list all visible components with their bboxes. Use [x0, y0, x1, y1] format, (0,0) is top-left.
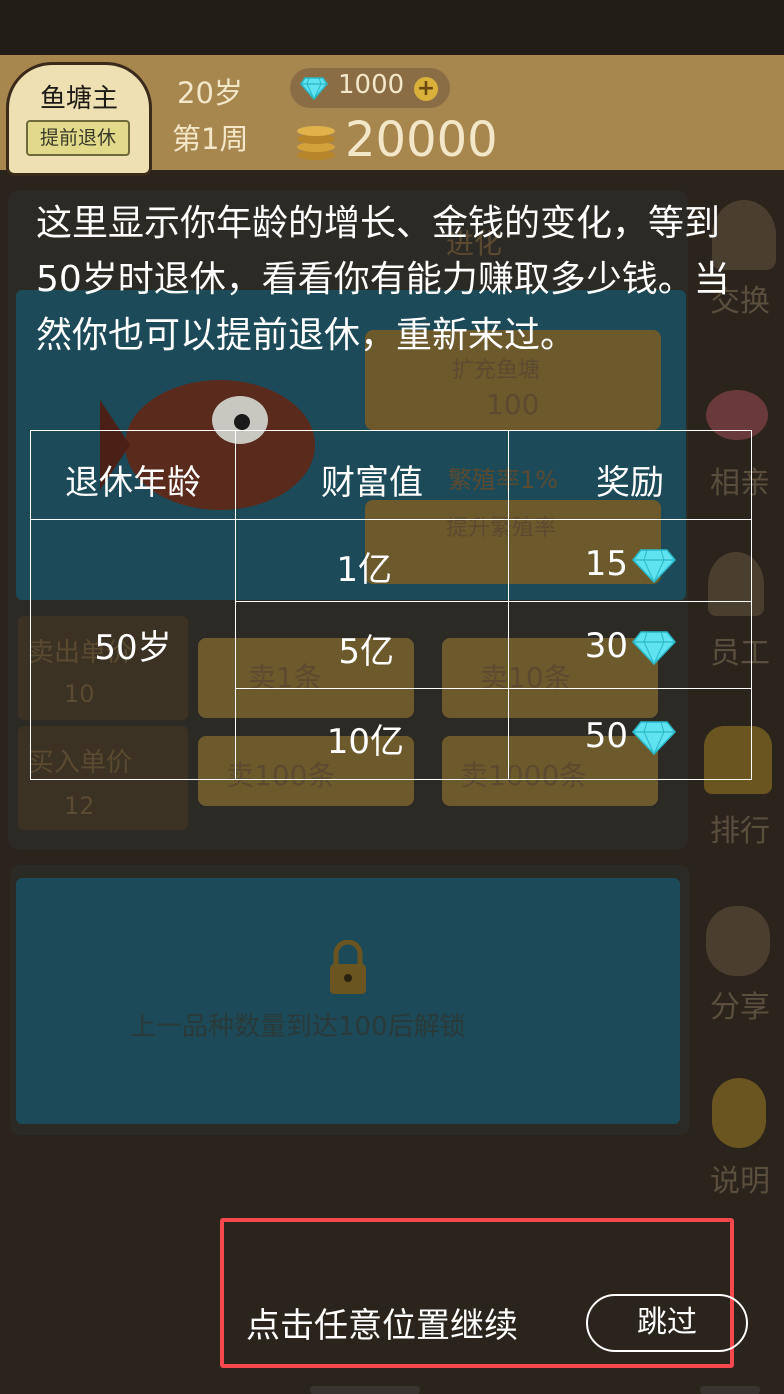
table-cell-wealth: 10亿 [326, 722, 404, 762]
unlock-requirement-text: 上一品种数量到达100后解锁 [130, 1012, 466, 1042]
tap-to-continue-text[interactable]: 点击任意位置继续 [246, 1298, 518, 1347]
diamond-icon [300, 77, 328, 100]
table-header-reward: 奖励 [596, 463, 664, 503]
table-divider [235, 688, 752, 689]
age-label: 20岁 [177, 76, 243, 110]
table-cell-age: 50岁 [94, 628, 172, 668]
table-cell-wealth: 5亿 [338, 632, 394, 672]
bottom-bar-fragment [310, 1386, 420, 1394]
lock-icon [330, 940, 366, 994]
highfive-icon[interactable] [706, 906, 770, 976]
week-label: 第1周 [172, 122, 249, 156]
money-amount: 20000 [345, 112, 498, 168]
skip-button[interactable]: 跳过 [586, 1294, 748, 1352]
gem-count: 1000 [338, 70, 405, 100]
table-cell-reward: 15 [584, 544, 628, 584]
diamond-icon [632, 721, 676, 756]
table-header-age: 退休年龄 [65, 463, 201, 503]
expand-pond-cost: 100 [486, 388, 540, 421]
table-divider [30, 519, 752, 520]
tutorial-text: 这里显示你年龄的增长、金钱的变化，等到50岁时退休，看看你有能力赚取多少钱。当然… [36, 203, 730, 356]
question-icon[interactable] [712, 1078, 766, 1148]
sidebar-item-share[interactable]: 分享 [700, 982, 780, 1026]
early-retire-button[interactable]: 提前退休 [26, 120, 130, 156]
diamond-icon [632, 549, 676, 584]
table-cell-wealth: 1亿 [336, 550, 392, 590]
locked-pond [16, 878, 680, 1124]
sidebar-item-ranking[interactable]: 排行 [700, 806, 780, 850]
table-cell-reward: 30 [584, 626, 628, 666]
table-header-wealth: 财富值 [321, 463, 423, 503]
player-title: 鱼塘主 [39, 84, 118, 114]
buy-price-value: 12 [64, 792, 95, 820]
table-divider [235, 601, 752, 602]
sidebar-item-help[interactable]: 说明 [700, 1156, 780, 1200]
diamond-icon [632, 631, 676, 666]
bottom-bar-fragment [700, 1386, 760, 1394]
add-gems-icon[interactable]: + [414, 77, 438, 101]
coin-stack-icon [297, 126, 335, 160]
status-bar [0, 0, 784, 55]
table-cell-reward: 50 [584, 716, 628, 756]
